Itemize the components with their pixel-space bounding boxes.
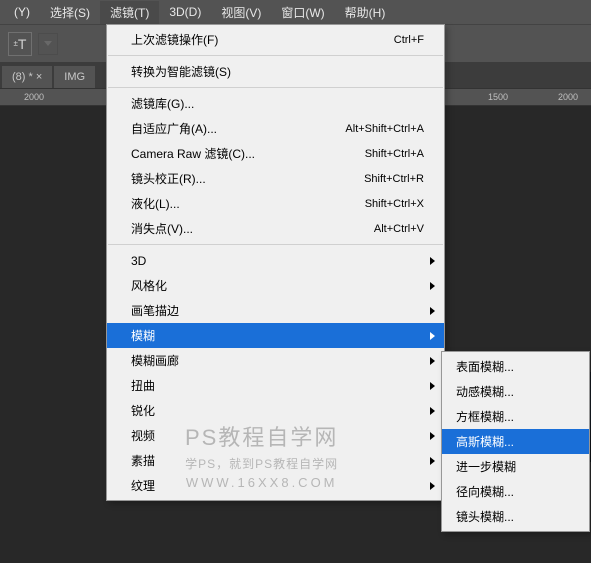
menu-item-box-blur[interactable]: 方框模糊...	[442, 404, 589, 429]
submenu-arrow-icon	[430, 332, 435, 340]
menu-item-brush-strokes[interactable]: 画笔描边	[107, 298, 444, 323]
menu-separator	[108, 244, 443, 245]
menu-item-stylize[interactable]: 风格化	[107, 273, 444, 298]
menu-item-video[interactable]: 视频	[107, 423, 444, 448]
ruler-mark: 1500	[488, 92, 508, 102]
shortcut-label: Alt+Shift+Ctrl+A	[345, 123, 424, 135]
menu-item-surface-blur[interactable]: 表面模糊...	[442, 354, 589, 379]
shortcut-label: Shift+Ctrl+X	[365, 198, 424, 210]
blur-submenu: 表面模糊... 动感模糊... 方框模糊... 高斯模糊... 进一步模糊 径向…	[441, 351, 590, 532]
menu-item-camera-raw[interactable]: Camera Raw 滤镜(C)... Shift+Ctrl+A	[107, 141, 444, 166]
shortcut-label: Shift+Ctrl+A	[365, 148, 424, 160]
menu-item-lens-correction[interactable]: 镜头校正(R)... Shift+Ctrl+R	[107, 166, 444, 191]
submenu-arrow-icon	[430, 257, 435, 265]
menu-item-gaussian-blur[interactable]: 高斯模糊...	[442, 429, 589, 454]
ruler-mark: 2000	[24, 92, 44, 102]
menu-item-3d[interactable]: 3D	[107, 248, 444, 273]
menu-item-liquify[interactable]: 液化(L)... Shift+Ctrl+X	[107, 191, 444, 216]
ruler-mark: 2000	[558, 92, 578, 102]
menu-item-filter-gallery[interactable]: 滤镜库(G)...	[107, 91, 444, 116]
menu-item-motion-blur[interactable]: 动感模糊...	[442, 379, 589, 404]
shortcut-label: Shift+Ctrl+R	[364, 173, 424, 185]
menu-item-blur-gallery[interactable]: 模糊画廊	[107, 348, 444, 373]
document-tab[interactable]: IMG	[54, 66, 95, 88]
menubar-item-help[interactable]: 帮助(H)	[335, 1, 396, 24]
type-tool-icon[interactable]: ±T	[8, 32, 32, 56]
menubar-item-window[interactable]: 窗口(W)	[271, 1, 334, 24]
menu-item-adaptive-wide-angle[interactable]: 自适应广角(A)... Alt+Shift+Ctrl+A	[107, 116, 444, 141]
menu-item-vanishing-point[interactable]: 消失点(V)... Alt+Ctrl+V	[107, 216, 444, 241]
submenu-arrow-icon	[430, 407, 435, 415]
font-family-select[interactable]	[38, 33, 58, 55]
chevron-down-icon	[44, 41, 52, 46]
menubar-item-filter[interactable]: 滤镜(T)	[100, 1, 159, 24]
menu-item-sketch[interactable]: 素描	[107, 448, 444, 473]
menu-item-blur-more[interactable]: 进一步模糊	[442, 454, 589, 479]
menu-item-blur[interactable]: 模糊	[107, 323, 444, 348]
menubar-item-view[interactable]: 视图(V)	[211, 1, 271, 24]
menu-item-texture[interactable]: 纹理	[107, 473, 444, 498]
tab-label: IMG	[64, 71, 85, 83]
document-tab[interactable]: (8) * ×	[2, 66, 52, 88]
submenu-arrow-icon	[430, 482, 435, 490]
menubar-item-layer[interactable]: (Y)	[4, 2, 40, 22]
submenu-arrow-icon	[430, 307, 435, 315]
menu-separator	[108, 87, 443, 88]
submenu-arrow-icon	[430, 432, 435, 440]
shortcut-label: Ctrl+F	[394, 34, 424, 46]
submenu-arrow-icon	[430, 457, 435, 465]
tab-label: (8) * ×	[12, 71, 42, 83]
menubar-item-3d[interactable]: 3D(D)	[159, 2, 211, 22]
menubar-item-select[interactable]: 选择(S)	[40, 1, 100, 24]
menu-item-last-filter[interactable]: 上次滤镜操作(F) Ctrl+F	[107, 27, 444, 52]
submenu-arrow-icon	[430, 282, 435, 290]
submenu-arrow-icon	[430, 382, 435, 390]
submenu-arrow-icon	[430, 357, 435, 365]
menu-item-lens-blur[interactable]: 镜头模糊...	[442, 504, 589, 529]
filter-menu-dropdown: 上次滤镜操作(F) Ctrl+F 转换为智能滤镜(S) 滤镜库(G)... 自适…	[106, 24, 445, 501]
menu-item-radial-blur[interactable]: 径向模糊...	[442, 479, 589, 504]
shortcut-label: Alt+Ctrl+V	[374, 223, 424, 235]
menu-item-sharpen[interactable]: 锐化	[107, 398, 444, 423]
menu-item-distort[interactable]: 扭曲	[107, 373, 444, 398]
menubar: (Y) 选择(S) 滤镜(T) 3D(D) 视图(V) 窗口(W) 帮助(H)	[0, 0, 591, 24]
menu-separator	[108, 55, 443, 56]
menu-item-convert-smart[interactable]: 转换为智能滤镜(S)	[107, 59, 444, 84]
